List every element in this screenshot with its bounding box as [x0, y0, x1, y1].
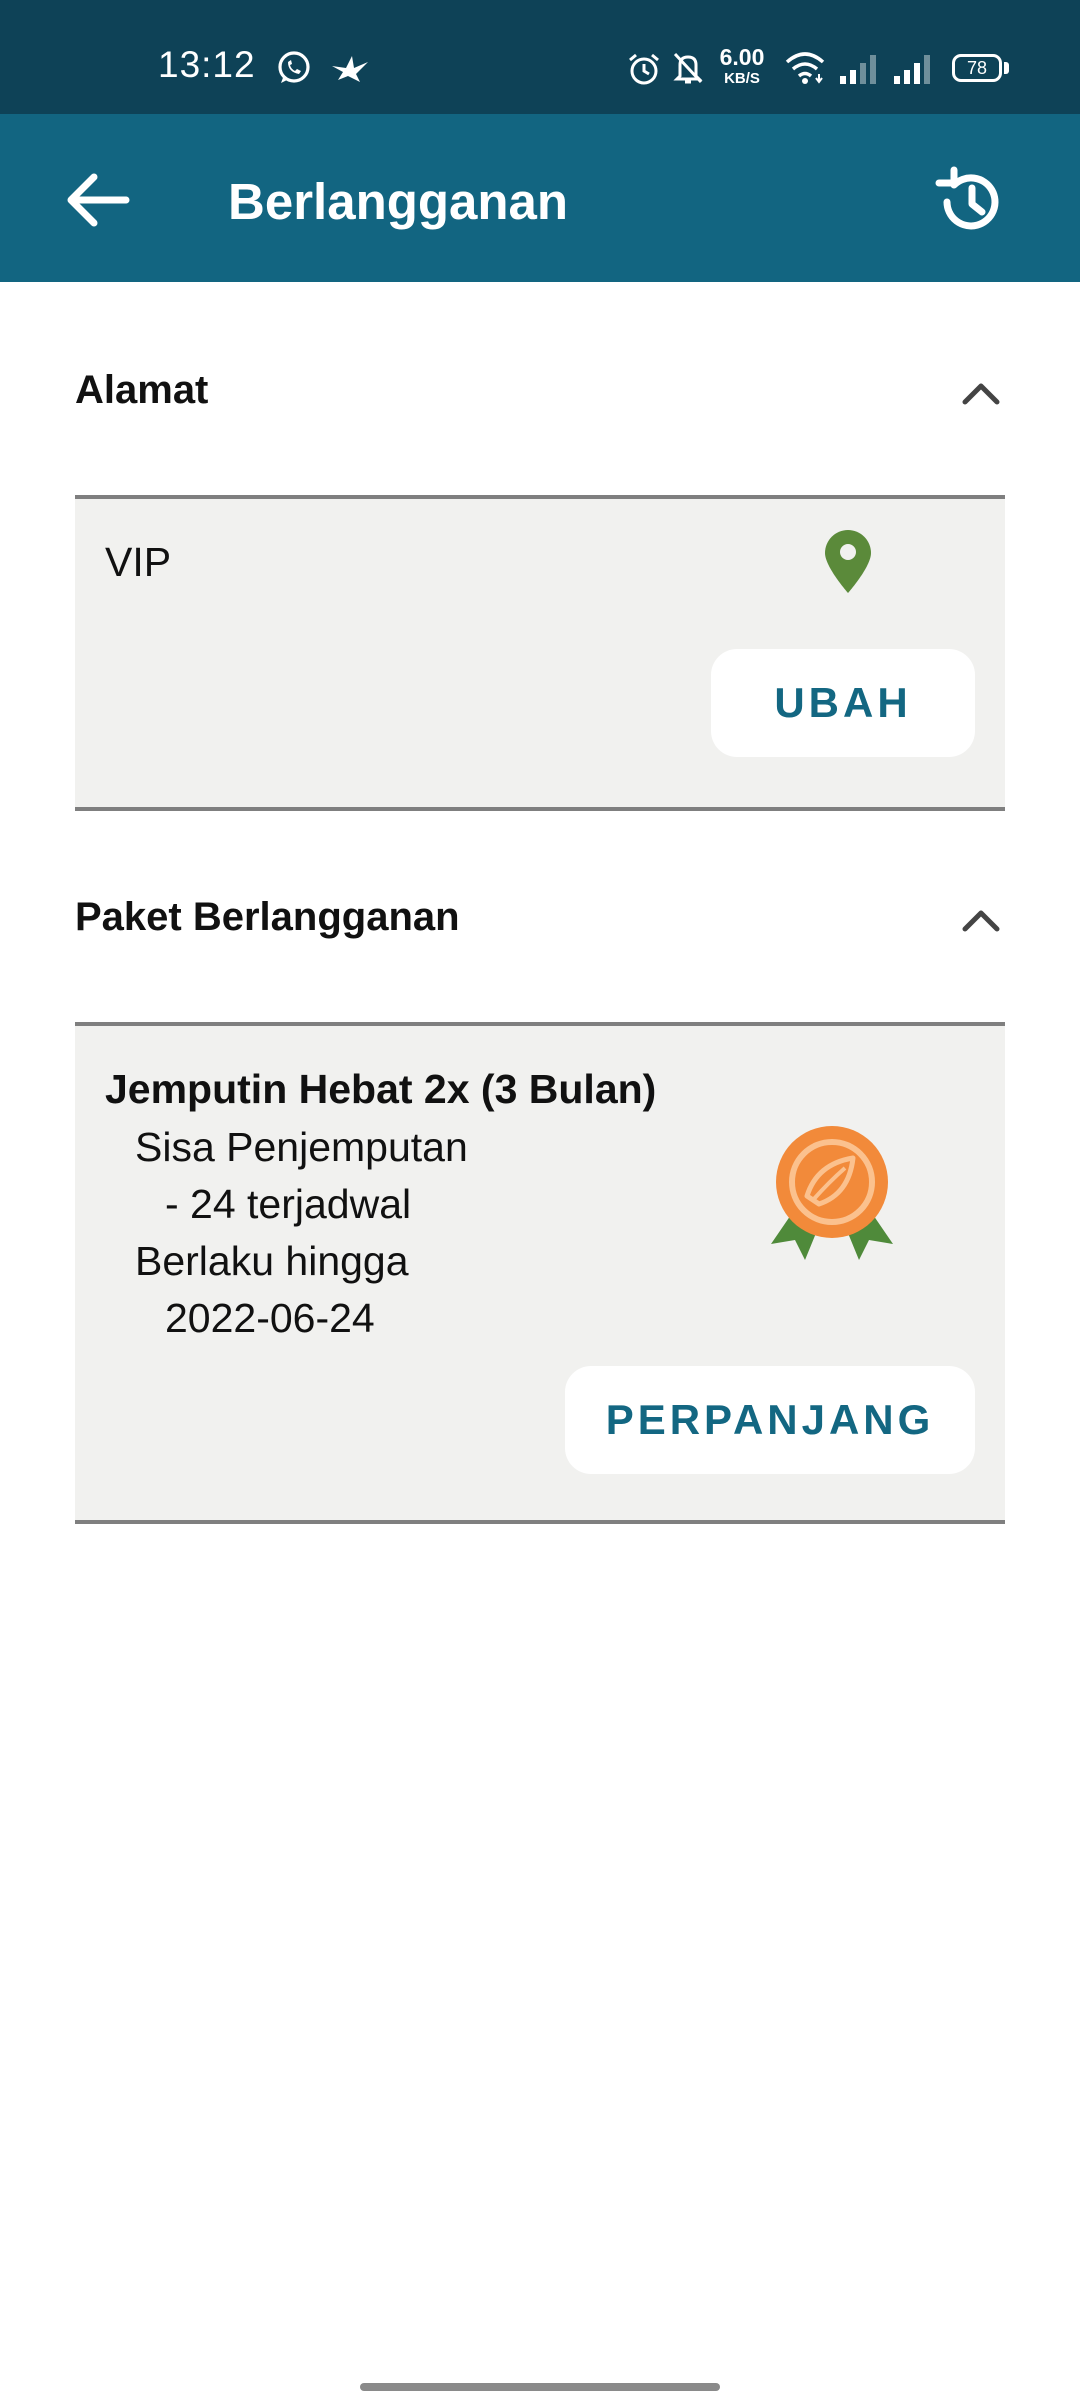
package-card: Jemputin Hebat 2x (3 Bulan) Sisa Penjemp…	[75, 1022, 1005, 1524]
edit-address-button[interactable]: UBAH	[711, 649, 975, 757]
alarm-icon	[629, 53, 659, 85]
whatsapp-icon	[278, 51, 310, 83]
package-section-header[interactable]: Paket Berlangganan	[75, 877, 1005, 957]
address-section-title: Alamat	[75, 368, 209, 412]
page-title: Berlangganan	[228, 173, 569, 230]
bell-off-icon	[673, 52, 703, 84]
package-name: Jemputin Hebat 2x (3 Bulan)	[105, 1066, 657, 1112]
arrow-left-icon[interactable]	[62, 170, 132, 230]
status-bar: 13:12 6.00 KB/S 78	[0, 0, 1080, 114]
remaining-value: - 24 terjadwal	[165, 1181, 412, 1227]
extend-package-button[interactable]: PERPANJANG	[565, 1366, 975, 1474]
address-section-header[interactable]: Alamat	[75, 350, 1005, 430]
battery-tip	[1004, 62, 1009, 74]
battery-icon: 78	[952, 54, 1002, 82]
package-section-title: Paket Berlangganan	[75, 895, 460, 939]
status-time: 13:12	[158, 44, 256, 85]
bird-icon	[332, 56, 368, 82]
wifi-icon	[785, 52, 825, 84]
signal-icon	[840, 55, 876, 84]
address-card: VIP UBAH	[75, 495, 1005, 811]
net-speed: 6.00 KB/S	[719, 44, 765, 87]
address-name: VIP	[105, 539, 172, 585]
location-pin-icon	[825, 530, 871, 593]
valid-until-label: Berlaku hingga	[135, 1238, 409, 1284]
app-bar: Berlangganan	[0, 114, 1080, 282]
valid-until-value: 2022-06-24	[165, 1295, 375, 1341]
medal-badge-icon	[771, 1126, 893, 1260]
signal-icon	[894, 55, 930, 84]
history-icon[interactable]	[935, 166, 1007, 238]
chevron-up-icon[interactable]	[957, 372, 1005, 412]
home-indicator[interactable]	[360, 2383, 720, 2391]
chevron-up-icon[interactable]	[957, 899, 1005, 939]
remaining-label: Sisa Penjemputan	[135, 1124, 468, 1170]
